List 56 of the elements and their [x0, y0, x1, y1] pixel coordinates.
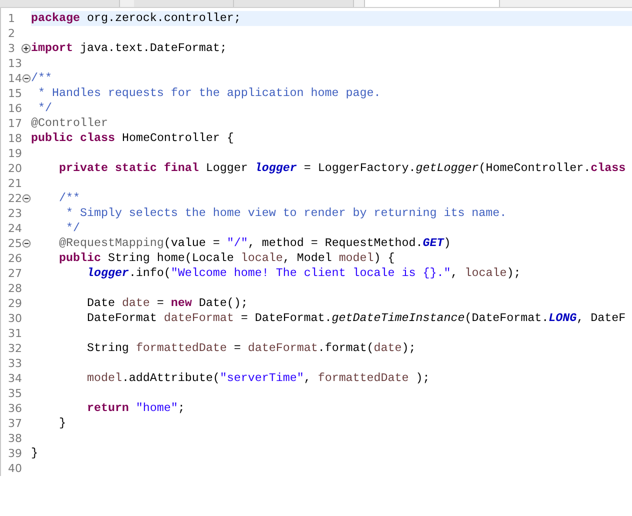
line-number: 26 [8, 251, 22, 266]
line-number: 30 [8, 311, 22, 326]
code-line: } [31, 446, 38, 461]
line-number: 24 [8, 221, 22, 236]
code-line: return "home"; [86, 401, 185, 416]
code-line: public String home(Locale locale, Model model) { [58, 251, 395, 266]
collapse-icon[interactable] [22, 73, 31, 84]
code-line: } [58, 416, 66, 431]
line-number: 28 [8, 281, 22, 296]
code-line: */ [64, 221, 80, 236]
code-line: * Handles requests for the application home page. [36, 86, 381, 101]
code-line: /** [58, 191, 80, 206]
code-line: * Simply selects the home view to render by returning its name. [64, 206, 507, 221]
code-line: Date date = new Date(); [86, 296, 248, 311]
line-number: 39 [8, 446, 22, 461]
line-number: 29 [8, 296, 22, 311]
line-number: 35 [8, 386, 22, 401]
line-number: 3 [8, 41, 16, 56]
line-number: 22 [8, 191, 22, 206]
line-number: 19 [8, 146, 22, 161]
line-number: 14 [8, 71, 22, 86]
code-line: package org.zerock.controller; [31, 11, 241, 26]
code-line: @Controller [31, 116, 108, 131]
code-line: model.addAttribute("serverTime", formattedDate ); [86, 371, 430, 386]
code-line: DateFormat dateFormat = DateFormat.getDateTimeInstance(DateFormat.LONG, DateF [86, 311, 626, 326]
code-line: /** [31, 71, 52, 86]
line-number: 2 [8, 26, 16, 41]
line-number: 27 [8, 266, 22, 281]
line-number: 25 [8, 236, 22, 251]
line-number: 34 [8, 371, 22, 386]
line-number: 17 [8, 116, 22, 131]
expand-icon[interactable] [20, 43, 31, 54]
line-number: 15 [8, 86, 22, 101]
line-number: 1 [8, 11, 16, 26]
line-number: 32 [8, 341, 22, 356]
code-line: logger.info("Welcome home! The client locale is {}.", locale); [86, 266, 521, 281]
line-number: 21 [8, 176, 22, 191]
line-number: 23 [8, 206, 22, 221]
line-number: 40 [8, 461, 22, 476]
collapse-icon[interactable] [22, 193, 31, 204]
code-line: String formattedDate = dateFormat.format(date); [86, 341, 416, 356]
line-number: 36 [8, 401, 22, 416]
line-number: 13 [8, 56, 22, 71]
code-line: import java.text.DateFormat; [31, 41, 227, 56]
code-line: @RequestMapping(value = "/", method = RequestMethod.GET) [58, 236, 451, 251]
line-number: 31 [8, 326, 22, 341]
code-line: */ [36, 101, 52, 116]
line-number: 20 [8, 161, 22, 176]
line-number: 37 [8, 416, 22, 431]
line-number: 38 [8, 431, 22, 446]
code-line: public class HomeController { [31, 131, 234, 146]
line-number: 33 [8, 356, 22, 371]
collapse-icon[interactable] [22, 238, 31, 249]
line-number: 16 [8, 101, 22, 116]
code-line: private static final Logger logger = LoggerFactory.getLogger(HomeController.class [58, 161, 626, 176]
line-number: 18 [8, 131, 22, 146]
